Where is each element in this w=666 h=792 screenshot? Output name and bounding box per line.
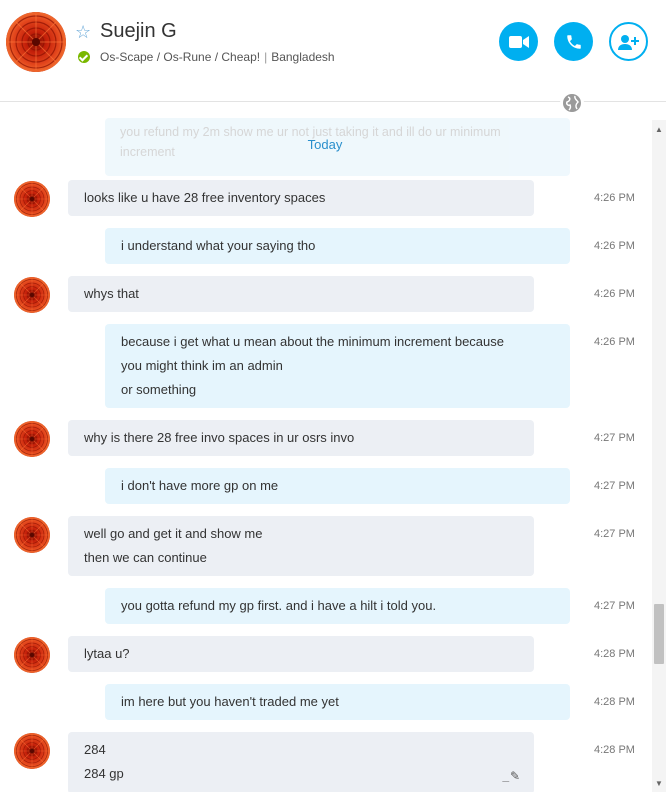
video-call-button[interactable] bbox=[499, 22, 538, 61]
message-time: 4:26 PM bbox=[594, 288, 635, 300]
message-line: 284 bbox=[84, 742, 106, 757]
incoming-message[interactable]: lytaa u? bbox=[68, 636, 534, 672]
message-time: 4:26 PM bbox=[594, 240, 635, 252]
sender-avatar[interactable] bbox=[14, 421, 50, 457]
message-time: 4:26 PM bbox=[594, 336, 635, 348]
scroll-thumb[interactable] bbox=[654, 604, 664, 664]
add-contact-icon bbox=[617, 34, 639, 50]
incoming-message[interactable]: whys that bbox=[68, 276, 534, 312]
message-line: why is there 28 free invo spaces in ur o… bbox=[84, 430, 355, 445]
message-time: 4:27 PM bbox=[594, 432, 635, 444]
message-line: then we can continue bbox=[84, 550, 207, 565]
outgoing-message[interactable]: because i get what u mean about the mini… bbox=[105, 324, 570, 408]
message-time: 4:28 PM bbox=[594, 648, 635, 660]
message-line: i don't have more gp on me bbox=[121, 478, 279, 493]
location-text: Bangladesh bbox=[271, 50, 335, 64]
outgoing-message[interactable]: i don't have more gp on me bbox=[105, 468, 570, 504]
message-line: lytaa u? bbox=[84, 646, 130, 661]
message-line: you gotta refund my gp first. and i have… bbox=[121, 598, 437, 613]
chat-scrollbar[interactable]: ▲ ▼ bbox=[652, 120, 666, 792]
incoming-message[interactable]: why is there 28 free invo spaces in ur o… bbox=[68, 420, 534, 456]
message-time: 4:27 PM bbox=[594, 528, 635, 540]
online-status-icon bbox=[78, 51, 90, 63]
edited-pencil-icon: _✎ bbox=[503, 769, 520, 783]
scroll-up-arrow-icon[interactable]: ▲ bbox=[652, 122, 666, 136]
incoming-message[interactable]: well go and get it and show me then we c… bbox=[68, 516, 534, 576]
mood-text: Os-Scape / Os-Rune / Cheap! bbox=[100, 50, 261, 64]
message-line: well go and get it and show me bbox=[84, 526, 263, 541]
mood-message: Os-Scape / Os-Rune / Cheap! | Bangladesh bbox=[100, 50, 335, 64]
incoming-message[interactable]: looks like u have 28 free inventory spac… bbox=[68, 180, 534, 216]
message-line: because i get what u mean about the mini… bbox=[121, 334, 504, 349]
message-line: i understand what your saying tho bbox=[121, 238, 316, 253]
scroll-down-arrow-icon[interactable]: ▼ bbox=[652, 776, 666, 790]
message-time: 4:28 PM bbox=[594, 744, 635, 756]
message-line: 284 gp bbox=[84, 766, 124, 781]
add-people-button[interactable] bbox=[609, 22, 648, 61]
message-time: 4:26 PM bbox=[594, 192, 635, 204]
incoming-message[interactable]: 284 284 gp _✎ bbox=[68, 732, 534, 792]
message-line: or something bbox=[121, 382, 197, 397]
message-line: you might think im an admin bbox=[121, 358, 283, 373]
outgoing-message[interactable]: i understand what your saying tho bbox=[105, 228, 570, 264]
sender-avatar[interactable] bbox=[14, 733, 50, 769]
message-line: im here but you haven't traded me yet bbox=[121, 694, 339, 709]
sender-avatar[interactable] bbox=[14, 277, 50, 313]
conversation-header: ☆ Suejin G Os-Scape / Os-Rune / Cheap! | B… bbox=[0, 0, 666, 100]
message-line: whys that bbox=[84, 286, 139, 301]
video-camera-icon bbox=[508, 35, 529, 48]
message-line: looks like u have 28 free inventory spac… bbox=[84, 190, 326, 205]
message-list[interactable]: you refund my 2m show me ur not just tak… bbox=[0, 110, 652, 792]
favorite-star-icon[interactable]: ☆ bbox=[75, 22, 91, 43]
voice-call-button[interactable] bbox=[554, 22, 593, 61]
contact-name[interactable]: Suejin G bbox=[100, 20, 177, 43]
contact-avatar[interactable] bbox=[6, 12, 66, 72]
message-time: 4:27 PM bbox=[594, 600, 635, 612]
outgoing-message[interactable]: im here but you haven't traded me yet bbox=[105, 684, 570, 720]
message-time: 4:27 PM bbox=[594, 480, 635, 492]
date-separator: Today bbox=[307, 137, 343, 152]
sender-avatar[interactable] bbox=[14, 637, 50, 673]
sender-avatar[interactable] bbox=[14, 517, 50, 553]
sender-avatar[interactable] bbox=[14, 181, 50, 217]
mood-separator: | bbox=[264, 50, 268, 64]
outgoing-message[interactable]: you gotta refund my gp first. and i have… bbox=[105, 588, 570, 624]
message-time: 4:28 PM bbox=[594, 696, 635, 708]
phone-icon bbox=[566, 34, 581, 49]
